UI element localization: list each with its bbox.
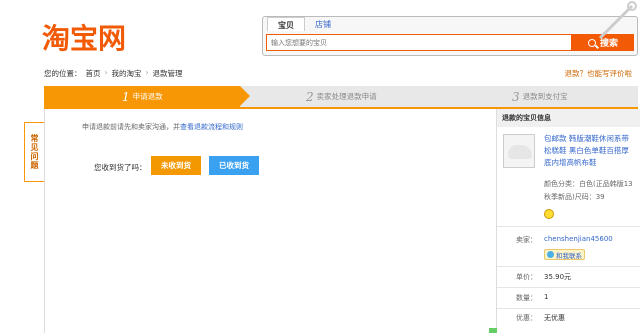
notice-text: 申请退款前请先和卖家沟通，并 bbox=[82, 123, 180, 131]
discount-value: 无优惠 bbox=[544, 314, 565, 322]
step-refund-alipay: 3 退款到支付宝 bbox=[512, 86, 568, 107]
contact-seller-button[interactable]: 和我联系 bbox=[544, 249, 585, 260]
tab-items[interactable]: 宝贝 bbox=[267, 17, 305, 31]
divider bbox=[497, 266, 640, 267]
refund-review-link[interactable]: 退款？也能写评价啦 bbox=[565, 68, 633, 79]
discount-label: 优惠： bbox=[516, 314, 537, 322]
contact-label: 和我联系 bbox=[556, 251, 582, 260]
step-number: 3 bbox=[512, 89, 520, 104]
breadcrumb-my-taobao[interactable]: 我的淘宝 bbox=[112, 68, 142, 79]
seller-name-link[interactable]: chenshenjian45600 bbox=[544, 235, 613, 243]
seller-label: 卖家： bbox=[516, 236, 537, 244]
tab-shops[interactable]: 店铺 bbox=[305, 17, 341, 31]
product-thumbnail[interactable] bbox=[503, 134, 535, 168]
refund-notice: 申请退款前请先和卖家沟通，并查看退款流程和规则 bbox=[82, 122, 243, 132]
pin-decoration-icon bbox=[598, 1, 637, 40]
price-value: 35.90元 bbox=[544, 273, 572, 281]
breadcrumb-home[interactable]: 首页 bbox=[86, 68, 101, 79]
info-title: 退款的宝贝信息 bbox=[497, 109, 640, 127]
quantity-value: 1 bbox=[544, 293, 549, 301]
breadcrumb-prefix: 您的位置： bbox=[44, 69, 82, 78]
step-number: 1 bbox=[122, 89, 130, 104]
refund-steps: 1 申请退款 2 卖家处理退款申请 3 退款到支付宝 bbox=[44, 86, 638, 107]
refund-form: 申请退款前请先和卖家沟通，并查看退款流程和规则 您收到货了吗： 未收到货 已收到… bbox=[44, 109, 494, 333]
search-input[interactable] bbox=[266, 34, 572, 51]
step-apply: 1 申请退款 bbox=[44, 86, 240, 107]
faq-side-tab[interactable]: 常见问题 bbox=[24, 122, 44, 182]
step-label: 申请退款 bbox=[132, 92, 163, 101]
refund-rules-link[interactable]: 查看退款流程和规则 bbox=[180, 123, 243, 131]
received-question: 您收到货了吗： bbox=[94, 163, 147, 172]
refund-item-info: 退款的宝贝信息 包邮款 韩版潮鞋休闲系带松糕鞋 黑白色单鞋百搭厚底内增高帆布鞋 … bbox=[496, 109, 640, 333]
step-number: 2 bbox=[306, 89, 314, 104]
breadcrumb-separator: › bbox=[145, 68, 149, 77]
step-label: 卖家处理退款申请 bbox=[316, 92, 377, 101]
breadcrumb: 您的位置： 首页 › 我的淘宝 › 退款管理 bbox=[44, 68, 183, 79]
taobao-logo[interactable]: 淘宝网 bbox=[42, 22, 152, 56]
quantity-label: 数量： bbox=[516, 294, 537, 302]
divider bbox=[497, 287, 640, 288]
product-name-link[interactable]: 包邮款 韩版潮鞋休闲系带松糕鞋 黑白色单鞋百搭厚底内增高帆布鞋 bbox=[544, 133, 636, 169]
divider bbox=[497, 226, 640, 227]
smiley-icon bbox=[544, 209, 554, 219]
divider bbox=[497, 308, 640, 309]
shoe-image-icon bbox=[508, 145, 532, 159]
search-tabs: 宝贝 店铺 bbox=[267, 17, 341, 31]
search-box: 宝贝 店铺 搜索 bbox=[262, 16, 638, 56]
received-button[interactable]: 已收到货 bbox=[209, 156, 259, 175]
breadcrumb-refund-management[interactable]: 退款管理 bbox=[153, 68, 183, 79]
price-label: 单价： bbox=[516, 273, 537, 281]
not-received-button[interactable]: 未收到货 bbox=[151, 156, 201, 175]
step-seller-process: 2 卖家处理退款申请 bbox=[306, 86, 377, 107]
step-label: 退款到支付宝 bbox=[522, 92, 568, 101]
wangwang-icon bbox=[547, 251, 554, 258]
product-attributes: 颜色分类：白色(正品韩版13秋季新品)尺码：39 bbox=[544, 180, 633, 201]
breadcrumb-separator: › bbox=[104, 68, 108, 77]
step-arrow bbox=[240, 86, 250, 106]
scroll-marker bbox=[489, 328, 497, 333]
